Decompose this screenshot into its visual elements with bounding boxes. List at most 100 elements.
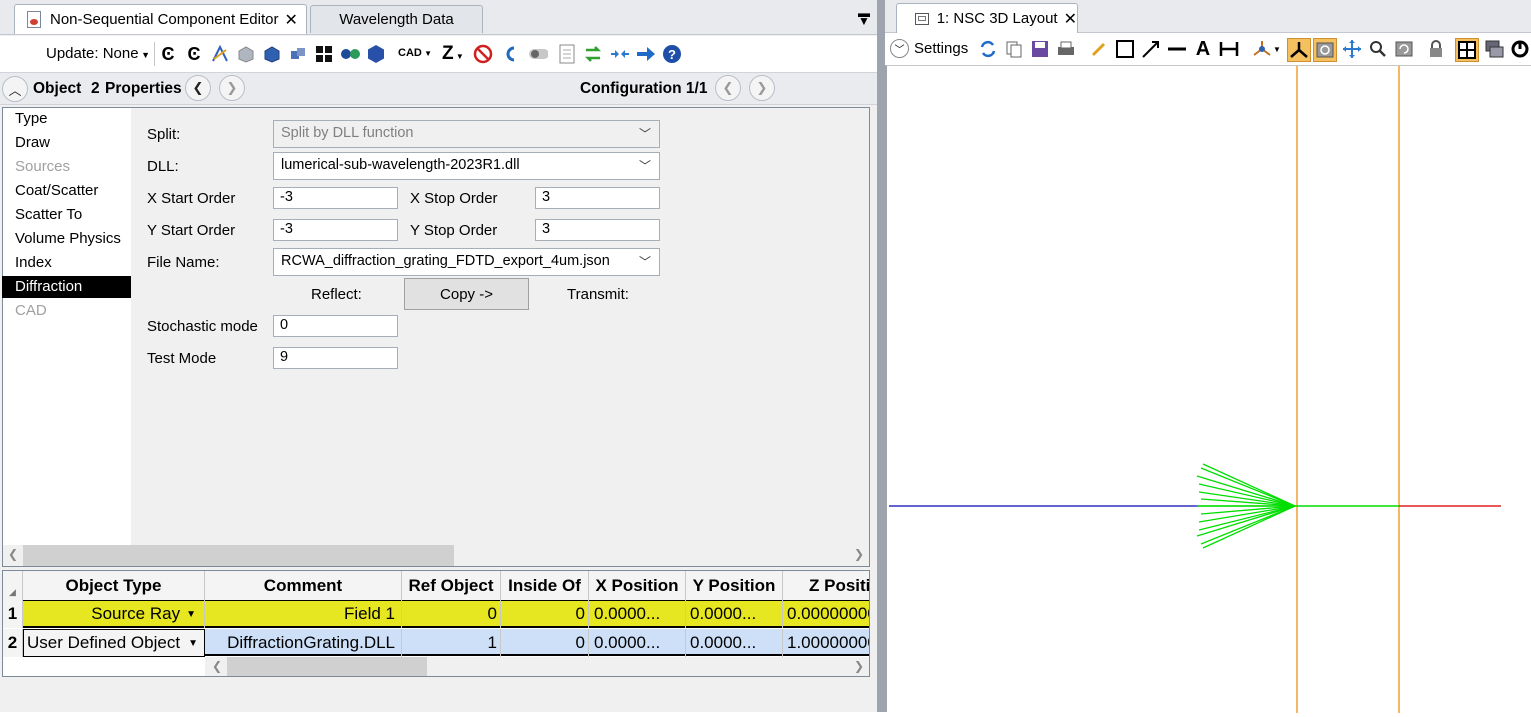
x-stop-order-input[interactable]: 3 (535, 187, 660, 209)
ray-trace-icon[interactable] (210, 44, 230, 64)
notes-icon[interactable] (557, 44, 577, 64)
object-type-cell[interactable]: User Defined Object ▼ (23, 629, 205, 657)
tab-nsc-3d-layout[interactable]: 1: NSC 3D Layout ✕ (896, 3, 1078, 33)
windows-icon[interactable] (1483, 38, 1505, 60)
y-position-cell[interactable]: 0.0000... (686, 600, 783, 628)
scroll-right-icon[interactable]: ❯ (854, 659, 864, 673)
inside-of-cell[interactable]: 0 (501, 600, 589, 628)
header-ref-object[interactable]: Ref Object (402, 571, 501, 600)
print-icon[interactable] (1055, 38, 1077, 60)
comment-cell[interactable]: Field 1 (205, 600, 402, 628)
category-scatter-to[interactable]: Scatter To (2, 204, 131, 226)
refresh-icon[interactable] (977, 38, 999, 60)
scroll-left-icon[interactable]: ❮ (212, 659, 222, 673)
comment-cell[interactable]: DiffractionGrating.DLL (205, 629, 402, 657)
x-position-cell[interactable]: 0.0000... (589, 629, 686, 657)
z-position-cell[interactable]: 0.00000000 (783, 600, 869, 628)
category-sources[interactable]: Sources (2, 156, 131, 178)
next-object-button[interactable]: ❯ (219, 75, 245, 101)
zoom-icon[interactable] (1367, 38, 1389, 60)
dimension-icon[interactable] (1218, 38, 1240, 60)
layout-canvas[interactable] (885, 65, 1531, 713)
header-z-position[interactable]: Z Positi (783, 571, 869, 600)
stochastic-mode-input[interactable]: 0 (273, 315, 398, 337)
line-icon[interactable] (1166, 38, 1188, 60)
refresh-all-icon[interactable]: Ͼ (184, 44, 204, 64)
rotate-view-icon[interactable]: ▼ (1250, 38, 1282, 60)
category-coat-scatter[interactable]: Coat/Scatter (2, 180, 131, 202)
rectangle-icon[interactable] (1114, 38, 1136, 60)
cube-blue-icon[interactable] (262, 44, 282, 64)
dropdown-arrow-icon[interactable]: ▼ (188, 638, 198, 649)
prev-object-button[interactable]: ❮ (185, 75, 211, 101)
next-config-button[interactable]: ❯ (749, 75, 775, 101)
object-type-cell[interactable]: Source Ray ▼ (23, 600, 205, 628)
tab-nsc-editor[interactable]: Non-Sequential Component Editor ✕ (14, 4, 307, 34)
dropdown-arrow-icon[interactable]: ▼ (186, 609, 196, 620)
header-inside-of[interactable]: Inside Of (501, 571, 589, 600)
header-comment[interactable]: Comment (205, 571, 402, 600)
category-type[interactable]: Type (2, 108, 131, 130)
y-position-cell[interactable]: 0.0000... (686, 629, 783, 657)
layout-grid-icon[interactable] (1455, 38, 1479, 62)
toggle-icon[interactable] (528, 44, 548, 64)
settings-button[interactable]: Settings (914, 40, 968, 57)
y-start-order-input[interactable]: -3 (273, 219, 398, 241)
close-icon[interactable]: ✕ (284, 10, 297, 30)
category-volume-physics[interactable]: Volume Physics (2, 228, 131, 250)
close-icon[interactable]: ✕ (1064, 9, 1077, 29)
category-cad[interactable]: CAD (2, 300, 131, 322)
properties-scroll-thumb[interactable] (23, 545, 454, 566)
cad-dropdown[interactable]: CAD ▼ (398, 47, 432, 59)
reset-view-icon[interactable] (1393, 38, 1415, 60)
x-position-cell[interactable]: 0.0000... (589, 600, 686, 628)
axes-icon[interactable] (1287, 38, 1311, 62)
copy-icon[interactable] (1003, 38, 1025, 60)
view-frame-icon[interactable] (1313, 38, 1337, 62)
table-scroll-thumb[interactable] (227, 657, 427, 676)
x-start-order-input[interactable]: -3 (273, 187, 398, 209)
text-icon[interactable]: A (1192, 38, 1214, 60)
z-position-cell[interactable]: 1.00000000 (783, 629, 869, 657)
header-x-position[interactable]: X Position (589, 571, 686, 600)
tab-menu-icon[interactable]: ▬ ▼ (857, 7, 871, 27)
right-arrow-icon[interactable] (635, 44, 655, 64)
pan-icon[interactable] (1341, 38, 1363, 60)
save-icon[interactable] (1029, 38, 1051, 60)
scroll-right-icon[interactable]: ❯ (854, 547, 864, 561)
header-y-position[interactable]: Y Position (686, 571, 783, 600)
category-draw[interactable]: Draw (2, 132, 131, 154)
copy-button[interactable]: Copy -> (404, 278, 529, 310)
test-mode-input[interactable]: 9 (273, 347, 398, 369)
ref-object-cell[interactable]: 0 (402, 600, 501, 628)
settings-chevron-icon[interactable]: ﹀ (890, 39, 909, 58)
y-stop-order-input[interactable]: 3 (535, 219, 660, 241)
refresh-c-icon[interactable]: Ͼ (158, 44, 178, 64)
category-index[interactable]: Index (2, 252, 131, 274)
ref-object-cell[interactable]: 1 (402, 629, 501, 657)
pencil-icon[interactable] (1088, 38, 1110, 60)
cube-gray-icon[interactable] (236, 44, 256, 64)
undo-arrow-icon[interactable] (500, 44, 520, 64)
lens-pair-icon[interactable] (340, 44, 360, 64)
help-icon[interactable]: ? (662, 44, 682, 64)
header-object-type[interactable]: Object Type (23, 571, 205, 600)
collapse-arrows-icon[interactable] (609, 44, 629, 64)
split-dropdown[interactable]: Split by DLL function ﹀ (273, 120, 660, 148)
swap-arrows-icon[interactable] (583, 44, 603, 64)
update-dropdown[interactable]: Update: None ▼ (46, 45, 150, 62)
z-dropdown[interactable]: Z ▼ (442, 43, 464, 65)
cubes-icon[interactable] (288, 44, 308, 64)
dll-dropdown[interactable]: lumerical-sub-wavelength-2023R1.dll ﹀ (273, 152, 660, 180)
file-name-dropdown[interactable]: RCWA_diffraction_grating_FDTD_export_4um… (273, 248, 660, 276)
pane-splitter[interactable] (877, 0, 885, 712)
prev-config-button[interactable]: ❮ (715, 75, 741, 101)
power-icon[interactable] (1509, 38, 1531, 60)
scroll-left-icon[interactable]: ❮ (8, 547, 18, 561)
grid-icon[interactable] (314, 44, 334, 64)
line-arrow-icon[interactable] (1140, 38, 1162, 60)
category-diffraction[interactable]: Diffraction (2, 276, 131, 298)
tab-wavelength[interactable]: Wavelength Data (310, 5, 483, 33)
lock-icon[interactable] (1425, 38, 1447, 60)
hexagon-icon[interactable] (366, 44, 386, 64)
